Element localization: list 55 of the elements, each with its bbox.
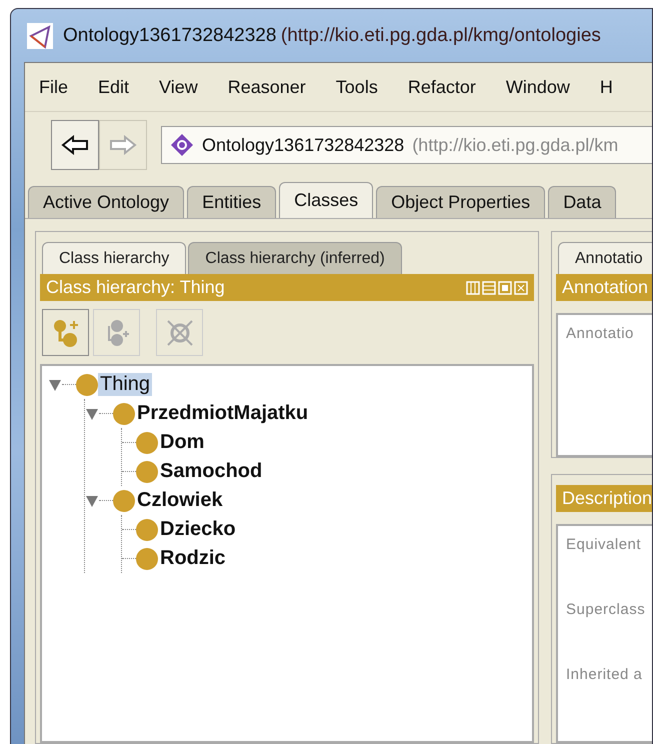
menu-item[interactable]: H	[586, 76, 629, 98]
class-dot-icon	[136, 518, 158, 540]
tab[interactable]: Entities	[187, 186, 276, 218]
window-title: Ontology1361732842328	[63, 24, 276, 46]
tab[interactable]: Data	[548, 186, 616, 218]
view-tab[interactable]: Class hierarchy	[42, 242, 186, 274]
view-control-icon[interactable]	[514, 280, 528, 294]
class-dot-icon	[136, 432, 158, 454]
app-logo-icon	[27, 22, 53, 48]
expand-triangle-icon[interactable]	[85, 406, 99, 420]
tree-item[interactable]: Rodzic	[158, 547, 228, 570]
menu-item[interactable]: Edit	[84, 76, 146, 98]
class-dot-icon	[76, 374, 98, 396]
menu-item[interactable]: View	[145, 76, 214, 98]
class-dot-icon	[113, 402, 135, 424]
tab[interactable]: Classes	[279, 182, 374, 218]
tree-item[interactable]: Thing	[98, 373, 152, 396]
forward-arrow-icon	[109, 135, 137, 155]
menu-item[interactable]: Refactor	[394, 76, 492, 98]
class-dot-icon	[113, 490, 135, 512]
class-dot-icon	[136, 548, 158, 570]
back-arrow-icon	[61, 135, 89, 155]
expand-triangle-icon[interactable]	[85, 494, 99, 508]
expand-triangle-icon[interactable]	[48, 378, 62, 392]
add-subclass-button[interactable]	[42, 309, 89, 356]
tab[interactable]: Object Properties	[376, 186, 546, 218]
section-label: Equivalent	[566, 536, 642, 553]
section-label: Inherited a	[566, 666, 644, 683]
view-tab[interactable]: Annotatio	[558, 242, 652, 274]
section-label: Annotatio	[566, 325, 635, 342]
window-title-uri: (http://kio.eti.pg.gda.pl/kmg/ontologies	[280, 24, 601, 46]
back-button[interactable]	[51, 120, 99, 170]
menu-item[interactable]: Window	[492, 76, 586, 98]
tree-item[interactable]: Czlowiek	[135, 489, 225, 512]
view-tab[interactable]: Class hierarchy (inferred)	[188, 242, 402, 274]
view-header: Description	[556, 485, 652, 512]
view-control-icon[interactable]	[466, 280, 480, 294]
add-subclass-icon	[52, 318, 80, 348]
delete-class-icon	[164, 318, 194, 348]
tab[interactable]: Active Ontology	[28, 186, 184, 218]
address-field[interactable]: Ontology1361732842328 (http://kio.eti.pg.gda.pl/km	[161, 126, 652, 164]
view-control-icon[interactable]	[498, 280, 512, 294]
section-label: Superclass	[566, 601, 646, 618]
menu-item[interactable]: Reasoner	[214, 76, 322, 98]
menu-item[interactable]: File	[25, 76, 84, 98]
ontology-diamond-icon	[170, 133, 194, 157]
tree-item[interactable]: Samochod	[158, 460, 264, 483]
view-control-icon[interactable]	[482, 280, 496, 294]
class-dot-icon	[136, 460, 158, 482]
tree-item[interactable]: Dom	[158, 431, 206, 454]
tree-item[interactable]: Dziecko	[158, 518, 238, 541]
menu-item[interactable]: Tools	[322, 76, 394, 98]
tree-item[interactable]: PrzedmiotMajatku	[135, 402, 310, 425]
view-title: Class hierarchy: Thing	[46, 277, 225, 298]
view-header: Annotation	[556, 274, 652, 301]
